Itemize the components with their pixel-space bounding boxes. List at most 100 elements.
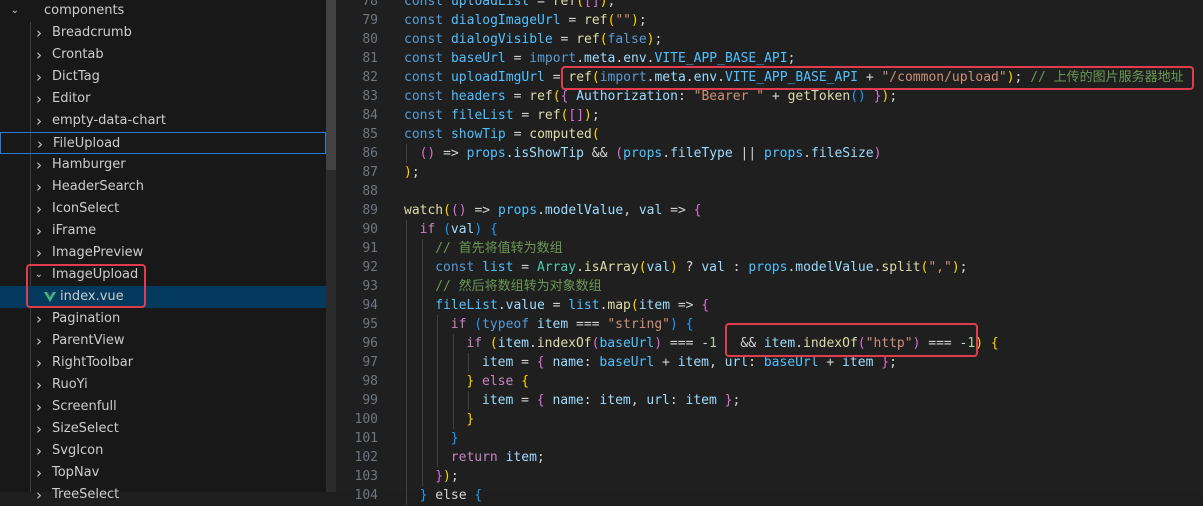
tree-folder-label: Breadcrumb xyxy=(52,25,132,40)
chevron-right-icon: › xyxy=(37,135,43,153)
code-line[interactable]: return item; xyxy=(451,448,545,467)
code-line[interactable]: ); xyxy=(404,163,420,182)
line-number: 82 xyxy=(362,70,378,85)
vscode-window: ⌄ components › Breadcrumb › Crontab › DictTag… xyxy=(0,0,1203,505)
code-line[interactable]: const fileList = ref([]); xyxy=(404,106,600,125)
indent-guide xyxy=(437,410,439,429)
tree-folder-label: iFrame xyxy=(52,223,97,238)
code-line[interactable]: const list = Array.isArray(val) ? val : … xyxy=(435,258,967,277)
line-number: 103 xyxy=(354,469,378,484)
tree-folder-breadcrumb[interactable]: › Breadcrumb xyxy=(0,22,326,44)
tree-folder-svgicon[interactable]: › SvgIcon xyxy=(0,440,326,462)
code-line[interactable]: if (typeof item === "string") { xyxy=(451,315,694,334)
line-number: 81 xyxy=(362,51,378,66)
tree-folder-iconselect[interactable]: › IconSelect xyxy=(0,198,326,220)
code-line[interactable]: () => props.isShowTip && (props.fileType… xyxy=(420,144,882,163)
line-number: 86 xyxy=(362,146,378,161)
tree-folder-sizeselect[interactable]: › SizeSelect xyxy=(0,418,326,440)
indent-guide xyxy=(421,353,423,372)
indent-guide xyxy=(437,372,439,391)
indent-guide xyxy=(437,334,439,353)
tree-folder-label: TreeSelect xyxy=(52,487,120,502)
code-line[interactable]: // 首先将值转为数组 xyxy=(435,239,562,258)
tree-folder-crontab[interactable]: › Crontab xyxy=(0,44,326,66)
indent-guide xyxy=(452,372,454,391)
highlight-box-imageupload xyxy=(26,264,146,308)
code-line[interactable]: } else { xyxy=(420,486,483,505)
indent-guide xyxy=(406,448,407,467)
tree-folder-label: DictTag xyxy=(52,69,100,84)
sidebar-scrollbar-thumb[interactable] xyxy=(326,0,336,170)
code-line[interactable]: fileList.value = list.map(item => { xyxy=(435,296,709,315)
tree-folder-imagepreview[interactable]: › ImagePreview xyxy=(0,242,326,264)
chevron-right-icon: › xyxy=(36,332,42,350)
indent-guide xyxy=(406,144,407,163)
tree-folder-headersearch[interactable]: › HeaderSearch xyxy=(0,176,326,198)
tree-folder-label: HeaderSearch xyxy=(52,179,144,194)
tree-folder-righttoolbar[interactable]: › RightToolbar xyxy=(0,352,326,374)
chevron-right-icon: › xyxy=(36,90,42,108)
chevron-right-icon: › xyxy=(36,376,42,394)
chevron-right-icon: › xyxy=(36,310,42,328)
code-editor[interactable]: 78 79 80 81 82 83 84 85 86 87 88 89 90 91 92 93 94 95 96 97… xyxy=(336,0,1203,505)
indent-guide xyxy=(468,353,470,372)
code-line[interactable]: const dialogVisible = ref(false); xyxy=(404,30,662,49)
tree-folder-components[interactable]: ⌄ components xyxy=(0,0,326,22)
tree-folder-label: SizeSelect xyxy=(52,421,119,436)
tree-folder-pagination[interactable]: › Pagination xyxy=(0,308,326,330)
line-number: 100 xyxy=(354,412,378,427)
chevron-right-icon: › xyxy=(36,178,42,196)
indent-guide xyxy=(406,239,407,258)
tree-folder-editor[interactable]: › Editor xyxy=(0,88,326,110)
code-line[interactable]: item = { name: item, url: item }; xyxy=(482,391,740,410)
code-line[interactable]: }); xyxy=(435,467,458,486)
tree-folder-hamburger[interactable]: › Hamburger xyxy=(0,154,326,176)
chevron-right-icon: › xyxy=(36,46,42,64)
indent-guide xyxy=(406,486,407,505)
code-line[interactable]: if (val) { xyxy=(420,220,498,239)
code-line[interactable]: watch(() => props.modelValue, val => { xyxy=(404,201,701,220)
code-line[interactable]: // 然后将数组转为对象数组 xyxy=(435,277,601,296)
tree-folder-dicttag[interactable]: › DictTag xyxy=(0,66,326,88)
indent-guide xyxy=(406,296,407,315)
indent-guide xyxy=(437,391,439,410)
indent-guide xyxy=(421,372,423,391)
indent-guide xyxy=(406,467,407,486)
code-line[interactable]: const showTip = computed( xyxy=(404,125,600,144)
tree-folder-screenfull[interactable]: › Screenfull xyxy=(0,396,326,418)
indent-guide xyxy=(421,391,423,410)
tree-folder-iframe[interactable]: › iFrame xyxy=(0,220,326,242)
line-number: 83 xyxy=(362,89,378,104)
indent-guide xyxy=(452,353,454,372)
line-number: 102 xyxy=(354,450,378,465)
indent-guide xyxy=(421,315,423,334)
tree-folder-empty-data-chart[interactable]: › empty-data-chart xyxy=(0,110,326,132)
tree-folder-label: empty-data-chart xyxy=(52,113,166,128)
tree-folder-parentview[interactable]: › ParentView xyxy=(0,330,326,352)
sidebar-scrollbar[interactable] xyxy=(326,0,336,492)
tree-folder-fileupload[interactable]: › FileUpload xyxy=(0,132,326,154)
indent-guide xyxy=(437,429,439,448)
code-line[interactable]: } xyxy=(451,429,459,448)
tree-folder-topnav[interactable]: › TopNav xyxy=(0,462,326,484)
indent-guide xyxy=(452,410,454,429)
line-number: 78 xyxy=(362,0,378,9)
tree-folder-ruoyi[interactable]: › RuoYi xyxy=(0,374,326,396)
indent-guide xyxy=(421,296,423,315)
chevron-right-icon: › xyxy=(36,222,42,240)
line-number: 94 xyxy=(362,298,378,313)
indent-guide xyxy=(421,239,423,258)
code-line[interactable]: } xyxy=(466,410,474,429)
indent-guide xyxy=(406,315,407,334)
code-line[interactable]: const dialogImageUrl = ref(""); xyxy=(404,11,647,30)
line-number: 85 xyxy=(362,127,378,142)
indent-guide xyxy=(421,334,423,353)
line-number: 88 xyxy=(362,184,378,199)
code-line[interactable]: const uploadList = ref([]); xyxy=(404,0,615,11)
tree-folder-label: RightToolbar xyxy=(52,355,134,370)
tree-folder-label: Hamburger xyxy=(52,157,126,172)
line-number: 80 xyxy=(362,32,378,47)
code-line[interactable]: } else { xyxy=(466,372,529,391)
tree-folder-label: IconSelect xyxy=(52,201,120,216)
tree-folder-treeselect[interactable]: › TreeSelect xyxy=(0,484,326,506)
